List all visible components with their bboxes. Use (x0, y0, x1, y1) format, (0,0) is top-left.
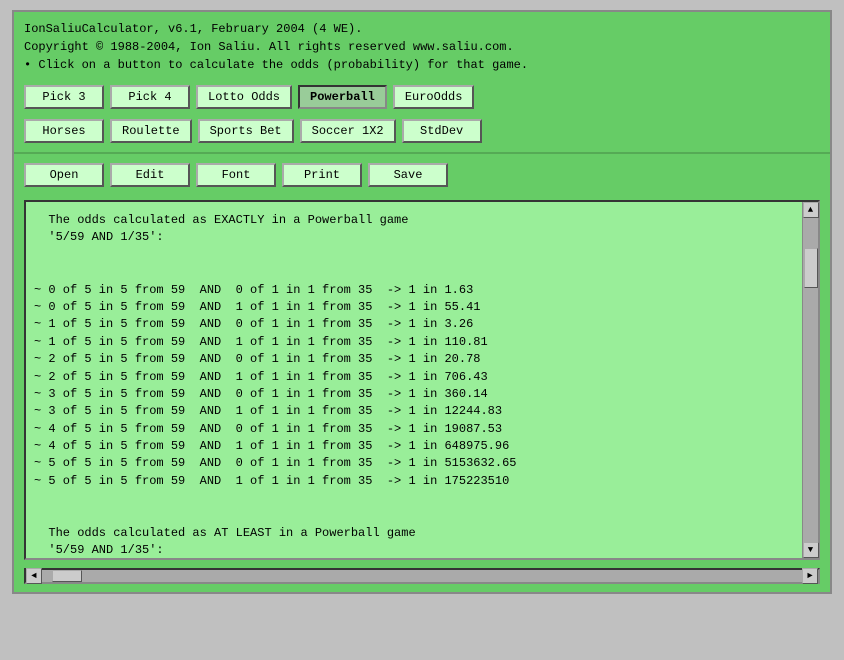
font-button[interactable]: Font (196, 163, 276, 187)
scroll-down-button[interactable]: ▼ (803, 542, 819, 558)
pick3-button[interactable]: Pick 3 (24, 85, 104, 109)
powerball-button[interactable]: Powerball (298, 85, 387, 109)
roulette-button[interactable]: Roulette (110, 119, 192, 143)
horizontal-scrollbar[interactable]: ◄ ► (24, 568, 820, 584)
left-arrow-icon: ◄ (31, 571, 36, 581)
euroodds-button[interactable]: EuroOdds (393, 85, 475, 109)
scroll-up-button[interactable]: ▲ (803, 202, 819, 218)
scroll-track-h[interactable] (42, 570, 802, 582)
title-line3: • Click on a button to calculate the odd… (24, 56, 820, 74)
scroll-right-button[interactable]: ► (802, 568, 818, 584)
divider-1 (14, 152, 830, 154)
output-text: The odds calculated as EXACTLY in a Powe… (26, 202, 802, 558)
button-row-3: Open Edit Font Print Save (14, 158, 830, 192)
title-line1: IonSaliuCalculator, v6.1, February 2004 … (24, 20, 820, 38)
title-line2: Copyright © 1988-2004, Ion Saliu. All ri… (24, 38, 820, 56)
button-row-1: Pick 3 Pick 4 Lotto Odds Powerball EuroO… (14, 80, 830, 114)
pick4-button[interactable]: Pick 4 (110, 85, 190, 109)
up-arrow-icon: ▲ (808, 205, 813, 215)
horses-button[interactable]: Horses (24, 119, 104, 143)
stddev-button[interactable]: StdDev (402, 119, 482, 143)
vertical-scrollbar[interactable]: ▲ ▼ (802, 202, 818, 558)
scroll-thumb-v[interactable] (804, 248, 818, 288)
lotto-button[interactable]: Lotto Odds (196, 85, 292, 109)
sportsbet-button[interactable]: Sports Bet (198, 119, 294, 143)
open-button[interactable]: Open (24, 163, 104, 187)
edit-button[interactable]: Edit (110, 163, 190, 187)
scroll-thumb-h[interactable] (52, 570, 82, 582)
soccer-button[interactable]: Soccer 1X2 (300, 119, 396, 143)
save-button[interactable]: Save (368, 163, 448, 187)
output-container: The odds calculated as EXACTLY in a Powe… (24, 200, 820, 560)
scroll-track-v[interactable] (803, 218, 818, 542)
print-button[interactable]: Print (282, 163, 362, 187)
button-row-2: Horses Roulette Sports Bet Soccer 1X2 St… (14, 114, 830, 148)
main-window: IonSaliuCalculator, v6.1, February 2004 … (12, 10, 832, 594)
scroll-left-button[interactable]: ◄ (26, 568, 42, 584)
down-arrow-icon: ▼ (808, 545, 813, 555)
header-area: IonSaliuCalculator, v6.1, February 2004 … (14, 12, 830, 80)
right-arrow-icon: ► (807, 571, 812, 581)
